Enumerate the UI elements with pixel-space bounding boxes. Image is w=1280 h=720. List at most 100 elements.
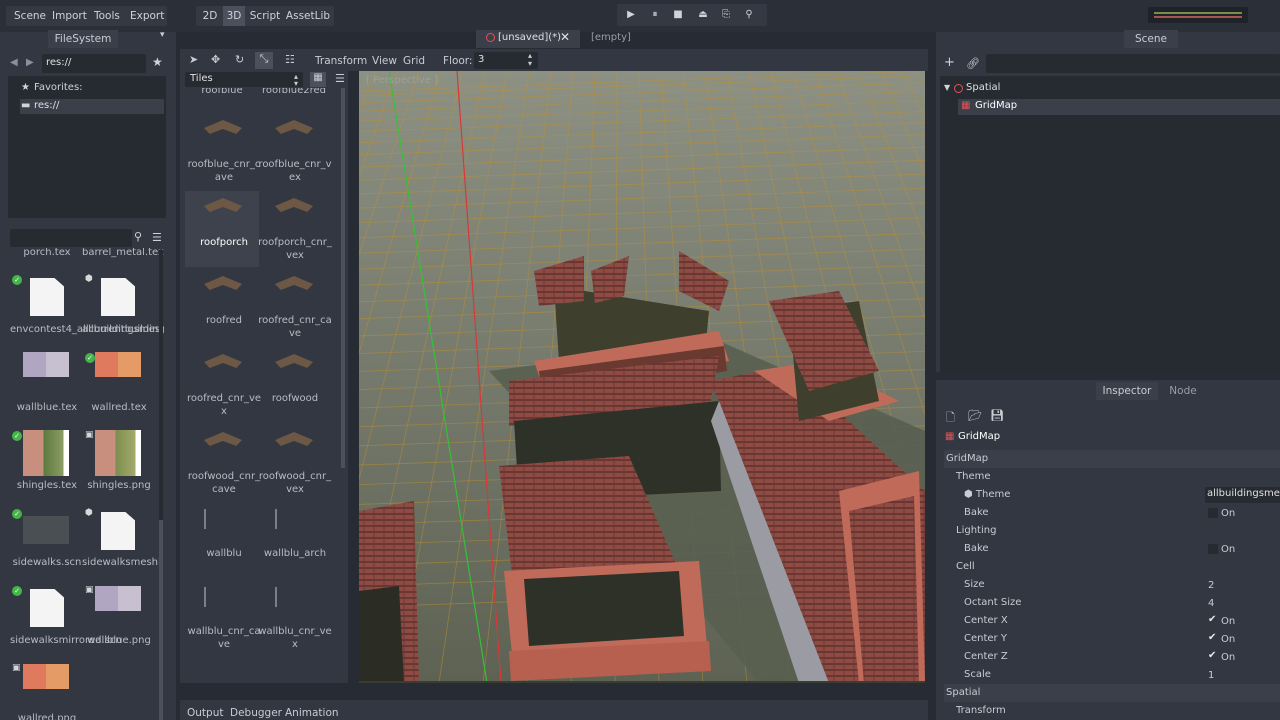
favorite-star-icon[interactable]: ★ [152,55,163,69]
octant-value[interactable]: 4 [1208,598,1214,609]
filesystem-tab[interactable]: FileSystem [48,30,118,48]
move-tool-icon[interactable]: ✥ [211,53,220,66]
lighting-bake-checkbox[interactable] [1208,544,1218,554]
save-icon[interactable]: 💾︎ [990,409,1004,422]
file-item[interactable]: wallblue.tex [10,401,84,414]
tree-node-spatial[interactable]: Spatial [966,82,1000,93]
file-item[interactable]: allbuildingsmeshlib.tres [82,323,164,336]
grid-menu[interactable]: Grid [403,55,425,67]
list-select-icon[interactable]: ☷ [285,53,295,66]
file-document-icon[interactable] [30,589,64,627]
tile-item[interactable]: roofblue_cnr_cave [186,158,262,184]
tile-item[interactable]: wallblu_cnr_cave [186,625,262,651]
tile-item[interactable]: roofred_cnr_vex [186,392,262,418]
tile-scrollbar[interactable] [341,88,345,468]
list-view-icon[interactable]: ☰ [152,231,162,244]
scene-thumbnail[interactable] [23,516,69,544]
tile-item[interactable]: roofblue2red [256,88,332,97]
image-thumbnail[interactable] [95,430,141,476]
group-lighting[interactable]: Lighting [944,522,1280,540]
tile-thumbnail[interactable] [275,587,313,607]
tile-item[interactable]: wallblu_cnr_vex [257,625,333,651]
link-icon[interactable]: 🔗︎ [966,57,980,70]
scene-dock-tab[interactable]: Scene [1124,30,1178,48]
texture-thumbnail[interactable] [95,352,141,377]
tile-item[interactable]: roofred [186,314,262,327]
check-icon[interactable]: ✔ [1208,632,1216,643]
image-thumbnail[interactable] [95,586,141,611]
group-cell[interactable]: Cell [944,558,1280,576]
list-view-icon[interactable]: ☰ [335,72,345,85]
animation-tab[interactable]: Animation [285,707,339,719]
node-tab[interactable]: Node [1162,382,1204,400]
collapse-arrow-icon[interactable]: ▼ [944,83,950,92]
bake-checkbox[interactable] [1208,508,1218,518]
tile-item[interactable]: roofporch [186,236,262,249]
group-transform[interactable]: Transform [944,702,1280,720]
file-document-icon[interactable] [30,278,64,316]
tree-node-gridmap[interactable]: GridMap [975,100,1017,111]
play-scene-icon[interactable]: ⏏ [694,7,712,23]
mode-2d-button[interactable]: 2D [199,6,221,26]
back-arrow-icon[interactable]: ◀ [10,57,18,68]
menu-scene[interactable]: Scene [14,7,46,25]
image-thumbnail[interactable] [23,664,69,689]
node-filter-input[interactable] [986,54,1280,73]
spin-arrows-icon[interactable]: ▴ ▾ [528,52,532,68]
dock-menu-icon[interactable]: ▾ [160,30,165,40]
file-item[interactable]: barrel_metal.tex [82,248,164,259]
file-item[interactable]: shingles.png [82,479,156,492]
scale-tool-icon[interactable]: ⤡ [255,52,273,69]
debug-options-icon[interactable]: ⚲ [740,7,758,23]
tile-thumbnail[interactable] [204,587,242,607]
path-input[interactable]: res:// [42,54,146,73]
file-item[interactable]: porch.tex [10,248,84,259]
transform-menu[interactable]: Transform [315,55,367,67]
file-document-icon[interactable] [101,278,135,316]
stop-icon[interactable]: ■ [669,7,687,23]
group-theme[interactable]: Theme [944,468,1280,486]
play-icon[interactable]: ▶ [622,7,640,23]
tile-item[interactable]: roofblue_cnr_vex [257,158,333,184]
tile-item[interactable]: roofred_cnr_cave [257,314,333,340]
menu-export[interactable]: Export [130,7,164,25]
file-item[interactable]: sidewalksmeshlib.tres [82,556,164,569]
menu-tools[interactable]: Tools [94,7,120,25]
tile-item[interactable]: wallblu [186,547,262,560]
tile-item[interactable]: roofwood [257,392,333,405]
file-item[interactable]: wallred.png [10,712,84,720]
file-search-input[interactable] [10,229,132,247]
tile-item[interactable]: roofporch_cnr_vex [257,236,333,262]
theme-value[interactable]: allbuildingsmeshlib [1205,487,1280,503]
inspected-object[interactable]: GridMap [958,431,1000,442]
pause-icon[interactable]: ⏸ [646,7,664,23]
mode-script-button[interactable]: Script [248,6,282,26]
mode-assetlib-button[interactable]: AssetLib [285,6,331,26]
tile-thumbnail[interactable] [204,509,242,529]
texture-thumbnail[interactable] [23,430,69,476]
tile-item[interactable]: wallblu_arch [257,547,333,560]
check-icon[interactable]: ✔ [1208,614,1216,625]
rotate-tool-icon[interactable]: ↻ [235,53,244,66]
file-item[interactable]: sidewalksmirrored.scn [10,634,122,647]
debugger-tab[interactable]: Debugger [230,707,282,719]
file-item[interactable]: wallblue.png [82,634,156,647]
tile-item[interactable]: roofwood_cnr_vex [257,470,333,496]
check-icon[interactable]: ✔ [1208,650,1216,661]
open-folder-icon[interactable]: 📂︎ [968,409,982,422]
texture-thumbnail[interactable] [23,352,69,377]
file-item[interactable]: shingles.tex [10,479,84,492]
play-custom-icon[interactable]: ⎘ [717,7,735,23]
tile-thumbnail[interactable] [275,509,313,529]
viewport-3d[interactable]: [ Perspective ] [359,71,925,683]
tile-item[interactable]: roofwood_cnr_cave [186,470,262,496]
add-node-icon[interactable]: + [944,55,955,70]
menu-import[interactable]: Import [52,7,87,25]
close-icon[interactable]: ✕ [560,30,570,44]
view-menu[interactable]: View [372,55,397,67]
tiles-dropdown[interactable]: Tiles [185,72,303,87]
tile-item[interactable]: roofblue [184,88,260,97]
new-resource-icon[interactable]: 🗋︎ [946,409,955,428]
inspector-tab[interactable]: Inspector [1096,382,1158,400]
size-value[interactable]: 2 [1208,580,1214,591]
